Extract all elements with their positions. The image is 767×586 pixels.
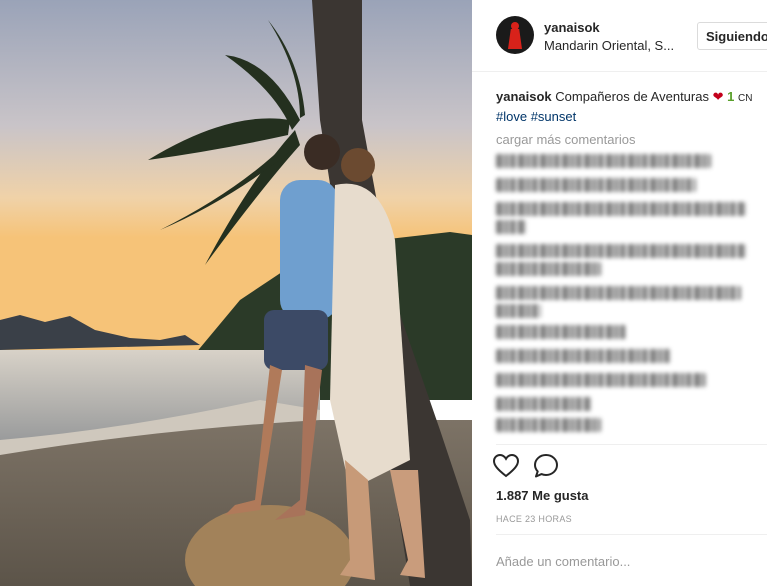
blurred-comment: [496, 418, 601, 432]
beach-sunset-photo: [0, 0, 472, 586]
divider: [496, 534, 767, 535]
post-header: yanaisok Mandarin Oriental, S... Siguien…: [472, 0, 767, 72]
caption-text: Compañeros de Aventuras: [555, 89, 709, 104]
post-actions: [472, 452, 767, 486]
number-one-emoji: 1: [727, 89, 735, 104]
blurred-comment: [496, 202, 746, 216]
heart-icon[interactable]: [492, 452, 520, 480]
comment-bubble-icon[interactable]: [532, 452, 560, 480]
blurred-comment: [496, 178, 696, 192]
post-username[interactable]: yanaisok: [544, 20, 600, 35]
caption-username[interactable]: yanaisok: [496, 89, 552, 104]
blurred-comment: [496, 262, 601, 276]
caption-trail: CN: [738, 93, 753, 104]
blurred-comment: [496, 154, 711, 168]
blurred-comment: [496, 286, 741, 300]
divider: [496, 444, 767, 445]
post-photo[interactable]: [0, 0, 472, 586]
likes-count[interactable]: 1.887 Me gusta: [496, 488, 589, 503]
blurred-comment: [496, 373, 706, 387]
comments-section: yanaisok Compañeros de Aventuras ❤ 1 CN …: [472, 72, 767, 444]
post-timestamp[interactable]: HACE 23 HORAS: [496, 514, 572, 524]
blurred-comment: [496, 244, 746, 258]
avatar-figure-body: [508, 29, 522, 49]
post-details-panel: yanaisok Mandarin Oriental, S... Siguien…: [472, 0, 767, 586]
add-comment-input[interactable]: [496, 548, 767, 574]
load-more-comments-link[interactable]: cargar más comentarios: [496, 132, 635, 147]
post-caption: yanaisok Compañeros de Aventuras ❤ 1 CN …: [496, 88, 761, 126]
profile-avatar[interactable]: [496, 16, 534, 54]
blurred-comment: [496, 220, 526, 234]
post-location[interactable]: Mandarin Oriental, S...: [544, 38, 674, 53]
hashtag-sunset[interactable]: #sunset: [531, 109, 577, 124]
avatar-figure-head: [511, 22, 519, 30]
following-button[interactable]: Siguiendo: [697, 22, 767, 50]
blurred-comment: [496, 397, 591, 411]
blurred-comment: [496, 325, 626, 339]
hashtag-love[interactable]: #love: [496, 109, 527, 124]
blurred-comment: [496, 349, 671, 363]
blurred-comment: [496, 304, 541, 318]
heart-emoji: ❤: [712, 89, 724, 104]
